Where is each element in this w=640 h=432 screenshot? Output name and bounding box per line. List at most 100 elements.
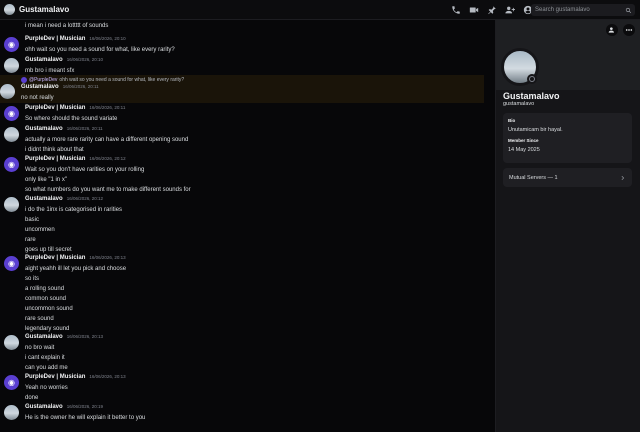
message-group[interactable]: ◉ PurpleDev | Musician 16/06/2026, 20:10 oh… bbox=[4, 36, 484, 55]
message-line: basic bbox=[25, 217, 40, 223]
reply-author: @PurpleDev bbox=[29, 76, 58, 83]
profile-banner bbox=[496, 20, 640, 90]
message-line: uncommon sound bbox=[25, 306, 73, 312]
avatar[interactable]: ◉ bbox=[4, 375, 19, 390]
profile-username: gustamalavo bbox=[503, 101, 535, 107]
message-line: a rolling sound bbox=[25, 286, 65, 292]
add-friend-icon bbox=[608, 27, 614, 33]
search-input[interactable]: Search gustamalavo bbox=[531, 4, 635, 16]
video-icon[interactable] bbox=[468, 4, 479, 15]
discord-logo-icon: ◉ bbox=[8, 378, 15, 387]
message-line: actually a more rare rarity can have a d… bbox=[25, 137, 189, 143]
message-author[interactable]: Gustamalavo bbox=[25, 57, 63, 63]
avatar[interactable]: ◉ bbox=[4, 256, 19, 271]
pin-icon[interactable] bbox=[486, 4, 497, 15]
message-author[interactable]: Gustamalavo bbox=[25, 196, 63, 202]
discord-logo-icon: ◉ bbox=[8, 160, 15, 169]
toolbar bbox=[450, 4, 533, 15]
reply-preview[interactable]: @PurpleDev ohh wait so you need a sound f… bbox=[21, 75, 484, 84]
avatar[interactable] bbox=[4, 197, 19, 212]
message-author[interactable]: Gustamalavo bbox=[21, 84, 59, 90]
message-author[interactable]: PurpleDev | Musician bbox=[25, 156, 85, 162]
mutual-servers-label: Mutual Servers — 1 bbox=[509, 174, 558, 181]
reply-avatar bbox=[21, 76, 27, 83]
dm-avatar bbox=[4, 4, 15, 15]
avatar[interactable]: ◉ bbox=[4, 106, 19, 121]
message-group[interactable]: Gustamalavo 16/06/2026, 20:10 mb bro i mea… bbox=[4, 57, 484, 76]
avatar[interactable]: ◉ bbox=[4, 37, 19, 52]
message-timestamp: 16/06/2026, 20:13 bbox=[89, 374, 126, 379]
message-timestamp: 16/06/2026, 20:10 bbox=[89, 36, 126, 41]
top-bar: Gustamalavo Search gustamalavo bbox=[0, 0, 640, 20]
message-author[interactable]: Gustamalavo bbox=[25, 126, 63, 132]
message-author[interactable]: Gustamalavo bbox=[25, 334, 63, 340]
message-group[interactable]: Gustamalavo 16/06/2026, 20:12 i do the 1in… bbox=[4, 196, 484, 255]
message-line: He is the owner he will explain it bette… bbox=[25, 415, 146, 421]
message-line: only like "1 in x" bbox=[25, 177, 67, 183]
message-line: i mean i need a lottttt of sounds bbox=[25, 23, 109, 29]
discord-logo-icon: ◉ bbox=[8, 109, 15, 118]
message-timestamp: 16/06/2026, 20:12 bbox=[66, 196, 103, 201]
chevron-right-icon bbox=[621, 175, 624, 180]
message-timestamp: 16/06/2026, 20:12 bbox=[89, 156, 126, 161]
message-line: Yeah no worries bbox=[25, 385, 68, 391]
message-timestamp: 16/06/2026, 20:13 bbox=[89, 255, 126, 260]
profile-display-name: Gustamalavo bbox=[503, 91, 560, 101]
avatar[interactable] bbox=[4, 335, 19, 350]
message-line: i do the 1inx is categorised in rarities bbox=[25, 207, 123, 213]
message-author[interactable]: PurpleDev | Musician bbox=[25, 105, 85, 111]
message-line: Wait so you don't have rarities on your … bbox=[25, 167, 145, 173]
avatar[interactable] bbox=[4, 405, 19, 420]
message-timestamp: 16/06/2026, 20:11 bbox=[66, 126, 103, 131]
message-timestamp: 16/06/2026, 20:19 bbox=[66, 404, 103, 409]
avatar[interactable] bbox=[4, 58, 19, 73]
message-author[interactable]: PurpleDev | Musician bbox=[25, 36, 85, 42]
more-icon bbox=[625, 29, 633, 31]
message-line: no not really bbox=[21, 95, 54, 101]
message-line: i cant explain it bbox=[25, 355, 65, 361]
reply-text: ohh wait so you need a sound for what, l… bbox=[59, 76, 185, 83]
message-timestamp: 16/06/2026, 20:13 bbox=[66, 334, 103, 339]
message-line: ohh wait so you need a sound for what, l… bbox=[25, 47, 175, 53]
message-group[interactable]: Gustamalavo 16/06/2026, 20:19 He is the ow… bbox=[4, 404, 484, 423]
avatar[interactable] bbox=[4, 127, 19, 142]
discord-logo-icon: ◉ bbox=[8, 40, 15, 49]
message-line: i didnt think about that bbox=[25, 147, 84, 153]
user-profile-panel: Gustamalavo gustamalavo Bio Unutamicam b… bbox=[495, 20, 640, 432]
message-group[interactable]: ◉ PurpleDev | Musician 16/06/2026, 20:12 Wa… bbox=[4, 156, 484, 195]
add-friend-button[interactable] bbox=[606, 24, 618, 36]
mutual-servers-button[interactable]: Mutual Servers — 1 bbox=[503, 168, 632, 187]
avatar[interactable] bbox=[0, 84, 15, 99]
message-group[interactable]: ◉ PurpleDev | Musician 16/06/2026, 20:13 Ye… bbox=[4, 374, 484, 403]
message-group[interactable]: Gustamalavo 16/06/2026, 20:11 actually a m… bbox=[4, 126, 484, 155]
search-icon bbox=[625, 7, 632, 13]
message-line: so its bbox=[25, 276, 40, 282]
message-author[interactable]: PurpleDev | Musician bbox=[25, 255, 85, 261]
message-author[interactable]: PurpleDev | Musician bbox=[25, 374, 85, 380]
phone-icon[interactable] bbox=[450, 4, 461, 15]
message-group[interactable]: Gustamalavo 16/06/2026, 20:13 no bro wait i… bbox=[4, 334, 484, 373]
message-author[interactable]: Gustamalavo bbox=[25, 404, 63, 410]
message-line: common sound bbox=[25, 296, 67, 302]
bio-text: Unutamicam bir hayal. bbox=[508, 127, 563, 133]
discord-logo-icon: ◉ bbox=[8, 259, 15, 268]
add-friends-icon[interactable] bbox=[504, 4, 515, 15]
bio-card: Bio Unutamicam bir hayal. Member Since 1… bbox=[503, 113, 632, 163]
message-line: rare bbox=[25, 237, 36, 243]
message-line: goes up till secret bbox=[25, 247, 72, 253]
message-line: so what numbers do you want me to make d… bbox=[25, 187, 191, 193]
more-options-button[interactable] bbox=[623, 24, 635, 36]
message-line: uncommen bbox=[25, 227, 55, 233]
avatar[interactable]: ◉ bbox=[4, 157, 19, 172]
member-since-date: 14 May 2025 bbox=[508, 147, 540, 153]
message-line: no bro wait bbox=[25, 345, 55, 351]
message-group[interactable]: ◉ PurpleDev | Musician 16/06/2026, 20:11 So… bbox=[4, 105, 484, 124]
status-offline-icon bbox=[527, 74, 537, 84]
message-line: done bbox=[25, 395, 39, 401]
message-group[interactable]: @PurpleDev ohh wait so you need a sound f… bbox=[0, 75, 484, 103]
message-line: So where should the sound variate bbox=[25, 116, 118, 122]
search-placeholder: Search gustamalavo bbox=[535, 7, 590, 13]
member-since-label: Member Since bbox=[508, 138, 539, 143]
message-list[interactable]: i mean i need a lottttt of sounds ◉ Purpl… bbox=[0, 20, 492, 432]
message-group[interactable]: ◉ PurpleDev | Musician 16/06/2026, 20:13 ai… bbox=[4, 255, 484, 334]
